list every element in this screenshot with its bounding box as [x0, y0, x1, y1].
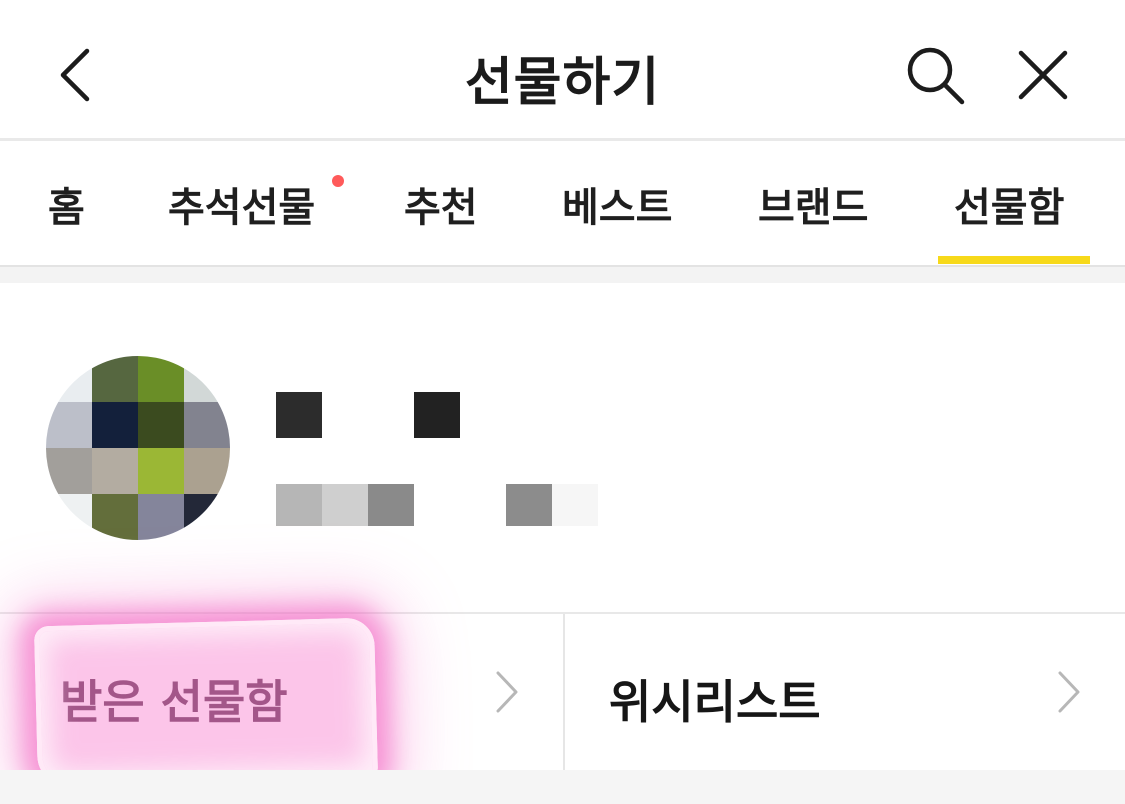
wishlist-label: 위시리스트 — [609, 675, 821, 729]
search-icon — [907, 47, 965, 105]
tab-gift-box[interactable]: 선물함 — [954, 175, 1064, 233]
avatar — [46, 356, 230, 540]
profile-subtext-redacted — [276, 484, 598, 526]
tab-brand[interactable]: 브랜드 — [758, 175, 868, 233]
received-gifts-button[interactable]: 받은 선물함 — [0, 614, 563, 770]
close-icon — [1018, 50, 1068, 100]
tab-best[interactable]: 베스트 — [562, 175, 672, 233]
bottom-divider-band — [0, 770, 1125, 804]
category-tabs: 홈 추석선물 추천 베스트 브랜드 선물함 — [0, 141, 1125, 267]
close-button[interactable] — [1008, 40, 1078, 110]
received-gifts-label: 받은 선물함 — [60, 675, 288, 729]
app-header: 선물하기 — [0, 0, 1125, 141]
chevron-right-icon — [496, 671, 518, 713]
gift-box-menu: 받은 선물함 위시리스트 — [0, 612, 1125, 772]
search-button[interactable] — [900, 40, 970, 110]
new-badge-dot — [332, 175, 344, 187]
wishlist-button[interactable]: 위시리스트 — [565, 614, 1125, 770]
avatar-mosaic — [46, 356, 230, 540]
section-divider — [0, 267, 1125, 283]
tab-chuseok-gifts[interactable]: 추석선물 — [168, 175, 315, 233]
tab-home[interactable]: 홈 — [48, 175, 85, 233]
tab-recommended[interactable]: 추천 — [404, 175, 478, 233]
profile-name-redacted — [276, 392, 460, 438]
chevron-right-icon — [1058, 671, 1080, 713]
active-tab-indicator — [938, 256, 1090, 264]
